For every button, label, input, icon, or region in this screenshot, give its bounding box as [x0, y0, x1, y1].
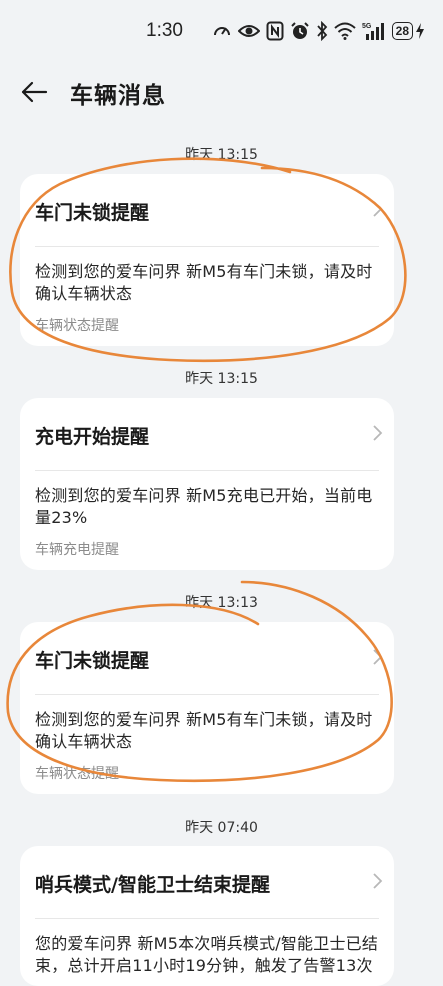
cellular-signal-icon: 5G [362, 23, 384, 40]
message-time: 昨天 13:15 [185, 147, 258, 163]
wifi-icon [333, 22, 356, 40]
bluetooth-icon [316, 21, 327, 41]
speedometer-icon [213, 27, 230, 36]
message-title: 充电开始提醒 [35, 426, 150, 448]
message-card-header: 车门未锁提醒 [35, 622, 383, 695]
message-title: 车门未锁提醒 [35, 650, 150, 672]
message-body: 您的爱车问界 新M5本次哨兵模式/智能卫士已结束，总计开启11小时19分钟，触发… [35, 934, 379, 975]
charging-bolt-icon [416, 23, 424, 39]
message-card[interactable]: 哨兵模式/智能卫士结束提醒 您的爱车问界 新M5本次哨兵模式/智能卫士已结束，总… [20, 846, 394, 986]
message-time: 昨天 13:15 [185, 371, 258, 387]
back-button[interactable] [14, 74, 54, 110]
message-card[interactable]: 车门未锁提醒 检测到您的爱车问界 新M5有车门未锁，请及时确认车辆状态 车辆状态… [20, 174, 394, 346]
chevron-right-icon [373, 873, 383, 889]
message-category: 车辆充电提醒 [35, 542, 119, 558]
message-body: 检测到您的爱车问界 新M5有车门未锁，请及时确认车辆状态 [35, 262, 373, 303]
status-bar: 1:30 5G 28 [0, 0, 443, 64]
page-header: 车辆消息 [0, 64, 443, 120]
chevron-right-icon [373, 201, 383, 217]
message-card-body: 检测到您的爱车问界 新M5充电已开始，当前电量23% 车辆充电提醒 [20, 471, 394, 559]
message-card[interactable]: 充电开始提醒 检测到您的爱车问界 新M5充电已开始，当前电量23% 车辆充电提醒 [20, 398, 394, 570]
status-time: 1:30 [146, 20, 183, 41]
message-card-body: 检测到您的爱车问界 新M5有车门未锁，请及时确认车辆状态 车辆状态提醒 [20, 695, 394, 783]
chevron-right-icon [373, 425, 383, 441]
alarm-icon [290, 22, 309, 39]
message-time: 昨天 07:40 [185, 820, 258, 836]
message-card-body: 您的爱车问界 新M5本次哨兵模式/智能卫士已结束，总计开启11小时19分钟，触发… [20, 919, 394, 977]
message-time: 昨天 13:13 [185, 595, 258, 611]
message-card-header: 车门未锁提醒 [35, 174, 383, 247]
battery-indicator: 28 [391, 22, 425, 40]
message-title: 哨兵模式/智能卫士结束提醒 [35, 874, 270, 896]
page-title: 车辆消息 [70, 83, 166, 109]
message-card-header: 充电开始提醒 [35, 398, 383, 471]
message-title: 车门未锁提醒 [35, 202, 150, 224]
message-card-header: 哨兵模式/智能卫士结束提醒 [35, 846, 383, 919]
message-card[interactable]: 车门未锁提醒 检测到您的爱车问界 新M5有车门未锁，请及时确认车辆状态 车辆状态… [20, 622, 394, 794]
nfc-icon [266, 21, 284, 41]
chevron-right-icon [373, 649, 383, 665]
battery-level: 28 [391, 22, 413, 40]
message-body: 检测到您的爱车问界 新M5充电已开始，当前电量23% [35, 486, 373, 527]
svg-text:5G: 5G [362, 23, 372, 30]
message-card-body: 检测到您的爱车问界 新M5有车门未锁，请及时确认车辆状态 车辆状态提醒 [20, 247, 394, 335]
message-body: 检测到您的爱车问界 新M5有车门未锁，请及时确认车辆状态 [35, 710, 373, 751]
status-icons: 5G 28 [212, 20, 425, 42]
arrow-left-icon[interactable] [20, 81, 48, 103]
eye-icon [237, 25, 260, 37]
message-category: 车辆状态提醒 [35, 318, 119, 334]
message-category: 车辆状态提醒 [35, 766, 119, 782]
